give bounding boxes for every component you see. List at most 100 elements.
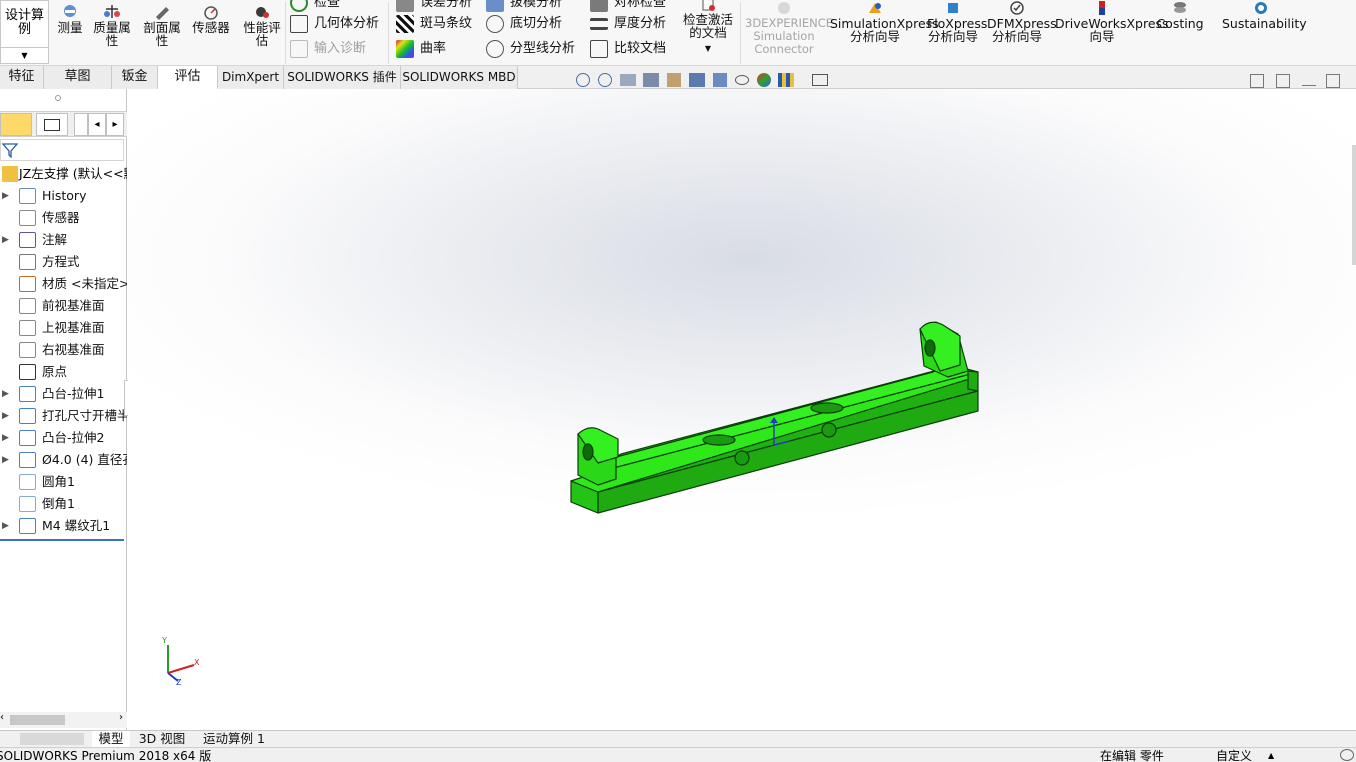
costing-button[interactable]: Costing [1156, 0, 1204, 30]
expand-arrow-icon[interactable]: ▶ [2, 229, 9, 251]
symmetry-check-button[interactable]: 对称检查 [590, 0, 666, 14]
units-dropdown-arrow[interactable]: ▲ [1268, 748, 1274, 762]
configuration-tab-icon[interactable] [74, 113, 88, 136]
expand-arrow-icon[interactable]: ▶ [2, 185, 9, 207]
parting-line-analysis-button[interactable]: 分型线分析 [486, 38, 575, 60]
costing-icon [1174, 2, 1186, 13]
task-pane-edge[interactable] [1352, 145, 1356, 265]
undercut-analysis-button[interactable]: 底切分析 [486, 13, 562, 35]
feature-tree: JZ左支撑 (默认<<默认> ▶ History 传感器 ▶ 注解方程式材质 <未指定>… [0, 163, 127, 541]
scroll-left-icon[interactable]: ◂ [88, 113, 106, 136]
expand-arrow-icon[interactable]: ▶ [2, 383, 9, 405]
tree-item[interactable]: ▶ M4 螺纹孔1 [0, 515, 127, 537]
dfmxpress-button[interactable]: DFMXpress 分析向导 [986, 0, 1057, 43]
dynamic-annotation-icon[interactable] [667, 72, 682, 87]
hide-show-items-icon[interactable] [734, 74, 749, 85]
feature-filter-input[interactable] [0, 139, 124, 161]
tab-solidworks-addins[interactable]: SOLIDWORKS 插件 [284, 66, 401, 89]
tab-sheet-metal[interactable]: 钣金 [112, 66, 158, 89]
zoom-to-area-icon[interactable] [597, 72, 612, 87]
tree-item[interactable]: 方程式 [0, 251, 127, 273]
draft-analysis-button[interactable]: 拔模分析 [486, 0, 562, 14]
tab-model[interactable]: 模型 [92, 731, 130, 747]
scroll-right-icon[interactable]: ▸ [106, 113, 124, 136]
tab-scroll-buttons[interactable] [20, 733, 84, 745]
tree-item[interactable]: ▶ Ø4.0 (4) 直径孔 [0, 449, 127, 471]
floxpress-button[interactable]: FloXpress 分析向导 [926, 0, 987, 43]
tab-evaluate[interactable]: 评估 [158, 66, 218, 89]
section-view-icon[interactable] [643, 72, 660, 87]
expand-arrow-icon[interactable]: ▶ [2, 449, 9, 471]
sustainability-button[interactable]: Sustainability [1222, 0, 1307, 30]
expand-arrow-icon[interactable]: ▶ [2, 427, 9, 449]
tree-item[interactable]: 材质 <未指定> [0, 273, 127, 295]
tree-item[interactable]: ▶ 打孔尺寸开槽半 [0, 405, 127, 427]
compare-documents-button[interactable]: 比较文档 [590, 38, 666, 60]
tree-item[interactable]: ▶ History [0, 185, 127, 207]
minimize-icon[interactable] [1302, 74, 1316, 86]
measure-button[interactable]: 测量 [54, 4, 86, 34]
edit-appearance-icon[interactable] [756, 72, 771, 87]
tree-item[interactable]: 倒角1 [0, 493, 127, 515]
mass-properties-button[interactable]: 质量属性 [91, 4, 133, 47]
apply-scene-icon[interactable] [778, 72, 795, 87]
expand-arrow-icon[interactable]: ▶ [2, 405, 9, 427]
scroll-left-arrow-icon[interactable]: ‹ [0, 712, 4, 723]
panel-grip-icon[interactable] [55, 95, 61, 101]
feature-manager-tab-icon[interactable] [0, 113, 32, 136]
restore-icon[interactable] [1326, 74, 1340, 88]
tab-3d-views[interactable]: 3D 视图 [134, 731, 190, 747]
curvature-button[interactable]: 曲率 [396, 38, 446, 60]
rollback-bar[interactable] [0, 539, 124, 541]
tab-features[interactable]: 特征 [0, 66, 44, 89]
tree-item[interactable]: ▶ 凸台-拉伸1 [0, 383, 127, 405]
scroll-right-arrow-icon[interactable]: › [119, 712, 123, 723]
thickness-analysis-button[interactable]: 厚度分析 [590, 13, 666, 35]
check-active-dropdown-arrow[interactable]: ▼ [680, 42, 736, 55]
simulationxpress-button[interactable]: SimulationXpress 分析向导 [830, 0, 939, 43]
tile-right-icon[interactable] [1276, 74, 1290, 88]
check-button[interactable]: 检查 [290, 0, 340, 14]
panel-tab-bar: ◂ ▸ [0, 111, 127, 137]
previous-view-icon[interactable] [619, 73, 636, 86]
tab-solidworks-mbd[interactable]: SOLIDWORKS MBD [401, 66, 518, 89]
tree-item[interactable]: 原点 [0, 361, 127, 383]
tree-item[interactable]: 右视基准面 [0, 339, 127, 361]
feature-icon [19, 188, 36, 204]
tab-motion-study[interactable]: 运动算例 1 [194, 731, 274, 747]
tree-item[interactable]: ▶ 注解 [0, 229, 127, 251]
design-study-dropdown[interactable]: ▼ [1, 47, 48, 63]
check-active-document-button[interactable]: 检查激活的文档 ▼ [680, 0, 736, 55]
performance-evaluation-button[interactable]: 性能评估 [240, 4, 284, 47]
tree-item[interactable]: 传感器 [0, 207, 127, 229]
section-properties-button[interactable]: 剖面属性 [140, 4, 184, 47]
scrollbar-thumb[interactable] [10, 715, 65, 725]
tab-dimxpert[interactable]: DimXpert [218, 66, 284, 89]
help-icon[interactable] [1340, 749, 1354, 761]
display-style-icon[interactable] [712, 72, 727, 87]
3dexperience-connector-button[interactable]: 3DEXPERIENCE Simulation Connector [744, 0, 833, 56]
view-orientation-icon[interactable] [689, 72, 706, 87]
tree-root-part[interactable]: JZ左支撑 (默认<<默认> [0, 163, 127, 185]
panel-horizontal-scrollbar[interactable]: ‹ › [0, 712, 127, 728]
property-manager-tab-icon[interactable] [36, 113, 68, 136]
tree-item[interactable]: 前视基准面 [0, 295, 127, 317]
tab-sketch[interactable]: 草图 [44, 66, 112, 89]
tile-left-icon[interactable] [1250, 74, 1264, 88]
deviation-analysis-button[interactable]: 误差分析 [396, 0, 472, 14]
design-study-button[interactable]: 设计算例 ▼ [0, 0, 49, 64]
import-diagnostics-button[interactable]: 输入诊断 [290, 38, 366, 60]
sensor-button[interactable]: 传感器 [189, 4, 233, 34]
geometry-analysis-button[interactable]: 几何体分析 [290, 13, 379, 35]
zebra-stripes-button[interactable]: 斑马条纹 [396, 13, 472, 35]
zoom-to-fit-icon[interactable] [576, 72, 590, 87]
tree-item[interactable]: 圆角1 [0, 471, 127, 493]
driveworksxpress-button[interactable]: DriveWorksXpress 向导 [1054, 0, 1169, 43]
graphics-area[interactable]: Y X Z [128, 89, 1356, 730]
units-custom-dropdown[interactable]: 自定义 [1216, 748, 1252, 762]
expand-arrow-icon[interactable]: ▶ [2, 515, 9, 537]
part-model[interactable] [570, 321, 979, 514]
tree-item[interactable]: ▶ 凸台-拉伸2 [0, 427, 127, 449]
tree-item[interactable]: 上视基准面 [0, 317, 127, 339]
view-settings-icon[interactable] [812, 73, 829, 86]
